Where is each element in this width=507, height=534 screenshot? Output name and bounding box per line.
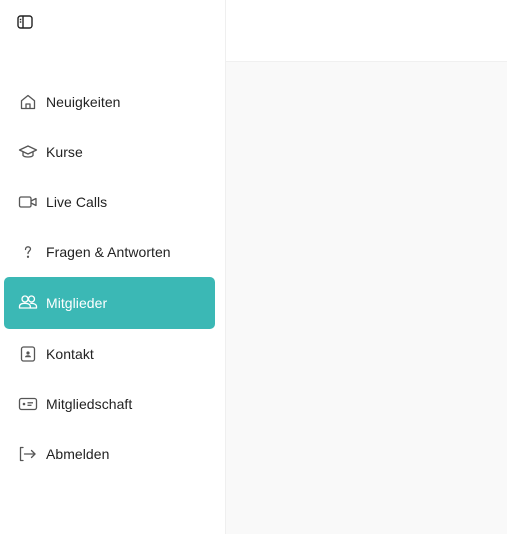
sidebar-item-label: Mitglieder	[46, 295, 108, 311]
sidebar-item-label: Neuigkeiten	[46, 94, 121, 110]
sidebar-item-label: Kurse	[46, 144, 83, 160]
sidebar: Neuigkeiten Kurse Live Calls Fragen & An…	[0, 0, 226, 534]
sidebar-item-abmelden[interactable]: Abmelden	[4, 429, 215, 479]
contact-card-icon	[18, 344, 38, 364]
sidebar-item-fragen-antworten[interactable]: Fragen & Antworten	[4, 227, 215, 277]
logout-icon	[18, 444, 38, 464]
main-content-area	[226, 62, 507, 534]
sidebar-item-label: Mitgliedschaft	[46, 396, 133, 412]
home-icon	[18, 92, 38, 112]
users-icon	[18, 293, 38, 313]
sidebar-item-neuigkeiten[interactable]: Neuigkeiten	[4, 77, 215, 127]
graduation-cap-icon	[18, 142, 38, 162]
sidebar-item-kontakt[interactable]: Kontakt	[4, 329, 215, 379]
sidebar-toggle-button[interactable]	[14, 11, 36, 33]
question-mark-icon	[18, 242, 38, 262]
video-icon	[18, 192, 38, 212]
sidebar-item-label: Fragen & Antworten	[46, 244, 171, 260]
sidebar-item-label: Abmelden	[46, 446, 110, 462]
sidebar-item-label: Kontakt	[46, 346, 94, 362]
sidebar-item-label: Live Calls	[46, 194, 108, 210]
sidebar-toggle-icon	[17, 15, 33, 29]
sidebar-nav: Neuigkeiten Kurse Live Calls Fragen & An…	[4, 77, 215, 479]
sidebar-item-mitglieder[interactable]: Mitglieder	[4, 277, 215, 329]
sidebar-item-kurse[interactable]: Kurse	[4, 127, 215, 177]
sidebar-item-mitgliedschaft[interactable]: Mitgliedschaft	[4, 379, 215, 429]
id-card-icon	[18, 394, 38, 414]
top-bar	[226, 0, 507, 62]
sidebar-item-live-calls[interactable]: Live Calls	[4, 177, 215, 227]
